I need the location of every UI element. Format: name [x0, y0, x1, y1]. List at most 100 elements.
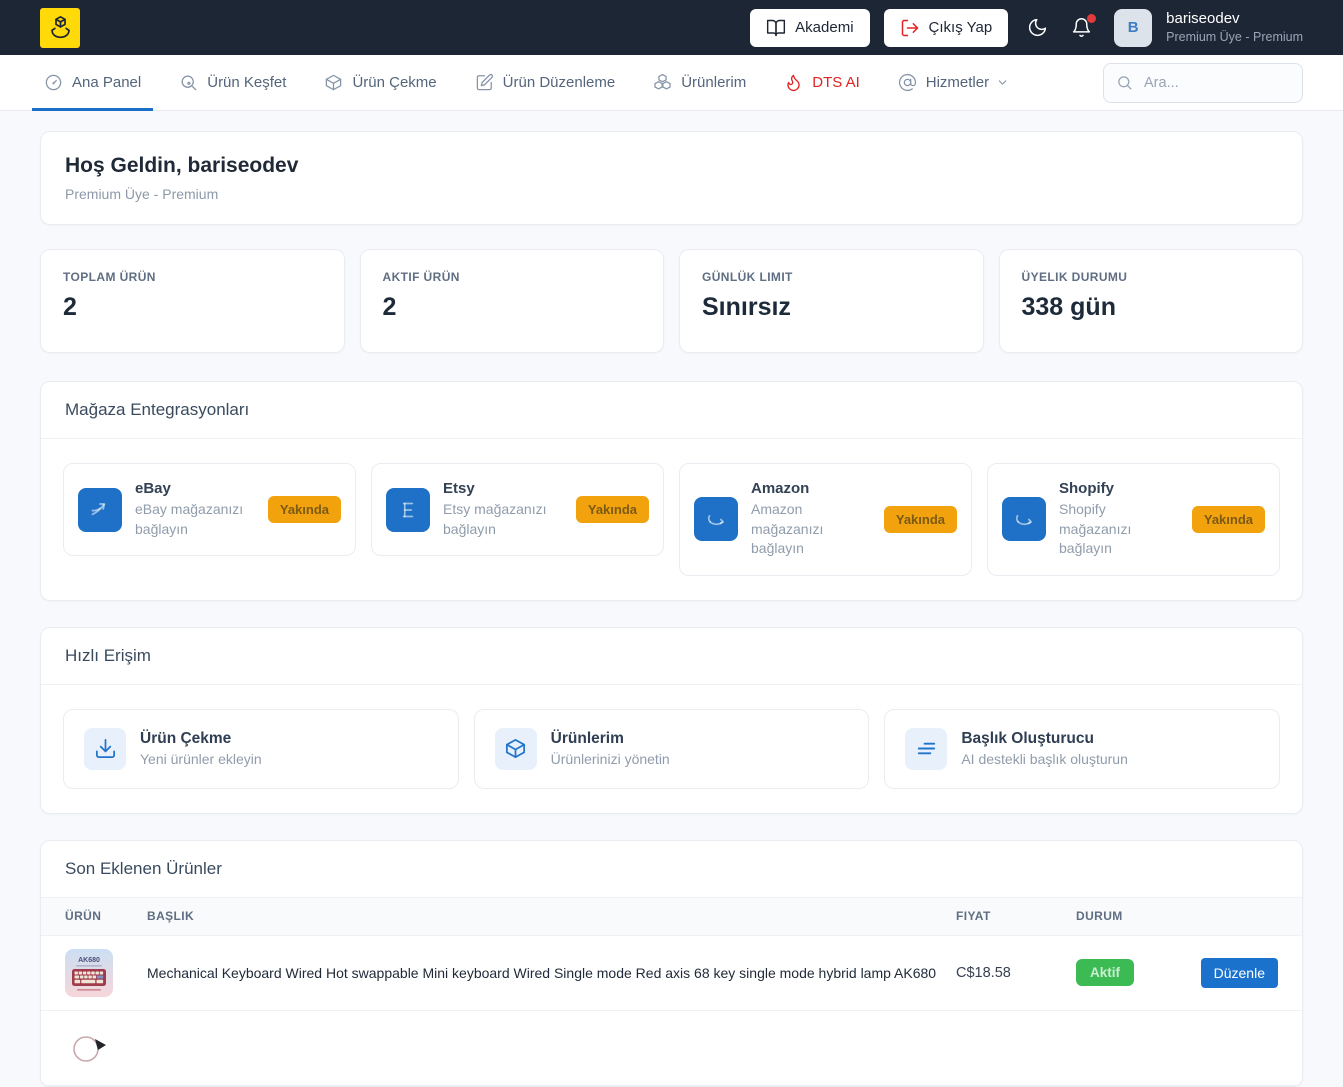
nav-item-urun-cekme[interactable]: Ürün Çekme: [320, 55, 440, 110]
stat-card-total-products: TOPLAM ÜRÜN 2: [40, 249, 345, 353]
quick-card-description: AI destekli başlık oluşturun: [961, 751, 1128, 768]
integrations-grid: eBay eBay mağazanızı bağlayın Yakında Et…: [41, 439, 1302, 600]
integration-name: Shopify: [1059, 480, 1114, 497]
stat-value: Sınırsız: [702, 293, 791, 321]
quick-access-grid: Ürün Çekme Yeni ürünler ekleyin Ürünleri…: [41, 685, 1302, 813]
product-thumbnail: AK680: [65, 948, 113, 997]
logout-button-label: Çıkış Yap: [928, 19, 993, 36]
integration-description: Etsy mağazanızı bağlayın: [443, 501, 547, 537]
quick-card-baslik-olusturucu[interactable]: Başlık Oluşturucu AI destekli başlık olu…: [884, 708, 1280, 789]
quick-card-text: Ürünlerim Ürünlerinizi yönetin: [551, 730, 670, 767]
column-header-title: BAŞLIK: [147, 909, 195, 924]
nav-item-ana-panel[interactable]: Ana Panel: [31, 55, 154, 111]
quick-card-title: Ürün Çekme: [140, 730, 232, 748]
products-table-header: ÜRÜN BAŞLIK FIYAT DURUM: [41, 897, 1302, 936]
integrations-section-title: Mağaza Entegrasyonları: [41, 382, 1302, 439]
edit-button[interactable]: Düzenle: [1200, 957, 1278, 988]
recent-products-section: Son Eklenen Ürünler ÜRÜN BAŞLIK FIYAT DU…: [40, 839, 1303, 1087]
nav-item-hizmetler[interactable]: Hizmetler: [894, 55, 1013, 110]
nav-label: Ürün Çekme: [352, 74, 437, 91]
quick-card-urun-cekme[interactable]: Ürün Çekme Yeni ürünler ekleyin: [63, 708, 459, 789]
text-lines-icon: [905, 727, 948, 770]
quick-card-text: Ürün Çekme Yeni ürünler ekleyin: [140, 730, 262, 767]
column-header-price: FIYAT: [956, 909, 991, 924]
welcome-subtitle: Premium Üye - Premium: [65, 186, 219, 202]
integration-card-ebay[interactable]: eBay eBay mağazanızı bağlayın Yakında: [63, 463, 356, 557]
product-row[interactable]: AK680 Mechanical Keyboard Wired Hot swap…: [41, 936, 1302, 1011]
notifications-button[interactable]: [1066, 12, 1097, 44]
quick-card-urunlerim[interactable]: Ürünlerim Ürünlerinizi yönetin: [473, 708, 870, 789]
edit-pencil-icon: [475, 73, 494, 92]
integration-card-etsy[interactable]: Etsy Etsy mağazanızı bağlayın Yakında: [371, 463, 664, 557]
nav-item-urun-duzenleme[interactable]: Ürün Düzenleme: [471, 55, 620, 110]
boxes-icon: [653, 73, 672, 92]
search-icon: [1116, 74, 1133, 91]
dark-mode-toggle[interactable]: [1022, 12, 1052, 44]
integration-card-amazon[interactable]: Amazon Amazon mağazanızı bağlayın Yakınd…: [679, 463, 972, 576]
stat-value: 2: [63, 293, 77, 321]
etsy-icon: [386, 487, 430, 532]
status-badge: Aktif: [1076, 959, 1134, 987]
stat-label: TOPLAM ÜRÜN: [63, 270, 156, 284]
nav-label: Ürünlerim: [681, 74, 747, 91]
search-input[interactable]: [1142, 73, 1290, 92]
coming-soon-badge: Yakında: [1191, 505, 1265, 533]
welcome-title: Hoş Geldin, bariseodev: [65, 154, 299, 177]
stat-value: 338 gün: [1021, 293, 1116, 321]
stat-label: AKTIF ÜRÜN: [382, 270, 460, 284]
user-menu[interactable]: bariseodev Premium Üye - Premium: [1166, 10, 1303, 45]
logout-button[interactable]: Çıkış Yap: [883, 8, 1009, 47]
integrations-section: Mağaza Entegrasyonları eBay eBay mağazan…: [40, 381, 1303, 601]
integration-text: Etsy Etsy mağazanızı bağlayın: [443, 480, 563, 539]
stats-row: TOPLAM ÜRÜN 2 AKTIF ÜRÜN 2 GÜNLÜK LIMIT …: [40, 249, 1303, 353]
package-import-icon: [324, 73, 343, 92]
product-thumbnail: [65, 1023, 113, 1072]
integration-description: Shopify mağazanızı bağlayın: [1059, 501, 1132, 557]
nav-item-urunlerim[interactable]: Ürünlerim: [649, 55, 750, 110]
avatar-initial: B: [1127, 19, 1139, 36]
top-header-bar: Akademi Çıkış Yap B bariseodev Premium Ü…: [0, 0, 1343, 55]
nav-item-dts-ai[interactable]: DTS AI: [780, 55, 864, 110]
nav-label: Ürün Keşfet: [207, 74, 287, 91]
quick-access-section-title: Hızlı Erişim: [41, 628, 1302, 685]
product-title: Mechanical Keyboard Wired Hot swappable …: [147, 964, 937, 981]
nav-label: Ana Panel: [72, 74, 142, 91]
user-name: bariseodev: [1166, 9, 1240, 27]
product-search-icon: [179, 73, 198, 92]
product-status-cell: Aktif: [1076, 959, 1184, 987]
integration-description: eBay mağazanızı bağlayın: [135, 501, 244, 537]
search-box[interactable]: [1103, 62, 1303, 103]
package-hands-logo-icon: [47, 14, 74, 41]
integration-text: Shopify Shopify mağazanızı bağlayın: [1059, 480, 1179, 559]
services-at-icon: [898, 73, 917, 92]
quick-card-title: Ürünlerim: [550, 730, 624, 748]
coming-soon-badge: Yakında: [267, 496, 341, 524]
download-icon: [84, 727, 126, 770]
user-plan: Premium Üye - Premium: [1166, 29, 1303, 44]
product-row-partial[interactable]: [41, 1011, 1302, 1086]
logout-icon: [900, 18, 920, 38]
avatar[interactable]: B: [1114, 8, 1153, 47]
main-navigation: Ana Panel Ürün Keşfet Ürün Çekme Ürün Dü…: [0, 55, 1343, 111]
moon-icon: [1027, 17, 1048, 38]
nav-item-urun-kesfet[interactable]: Ürün Keşfet: [175, 55, 290, 110]
column-header-status: DURUM: [1076, 909, 1123, 924]
integration-name: Amazon: [751, 480, 810, 497]
svg-text:AK680: AK680: [78, 957, 100, 964]
integration-name: eBay: [135, 480, 171, 497]
coming-soon-badge: Yakında: [575, 496, 649, 524]
quick-card-text: Başlık Oluşturucu AI destekli başlık olu…: [961, 730, 1128, 767]
stat-value: 2: [382, 293, 397, 321]
academy-button[interactable]: Akademi: [750, 8, 870, 47]
brand-logo[interactable]: [40, 7, 80, 48]
stat-label: GÜNLÜK LIMIT: [702, 270, 793, 284]
nav-label: DTS AI: [812, 74, 860, 91]
coming-soon-badge: Yakında: [883, 505, 957, 533]
integration-card-shopify[interactable]: Shopify Shopify mağazanızı bağlayın Yakı…: [987, 463, 1280, 576]
stat-card-active-products: AKTIF ÜRÜN 2: [359, 249, 664, 353]
quick-card-title: Başlık Oluşturucu: [961, 730, 1094, 748]
integration-description: Amazon mağazanızı bağlayın: [751, 501, 824, 557]
integration-text: eBay eBay mağazanızı bağlayın: [135, 480, 255, 539]
main-content: Hoş Geldin, bariseodev Premium Üye - Pre…: [0, 111, 1343, 1087]
dashboard-gauge-icon: [44, 73, 63, 92]
